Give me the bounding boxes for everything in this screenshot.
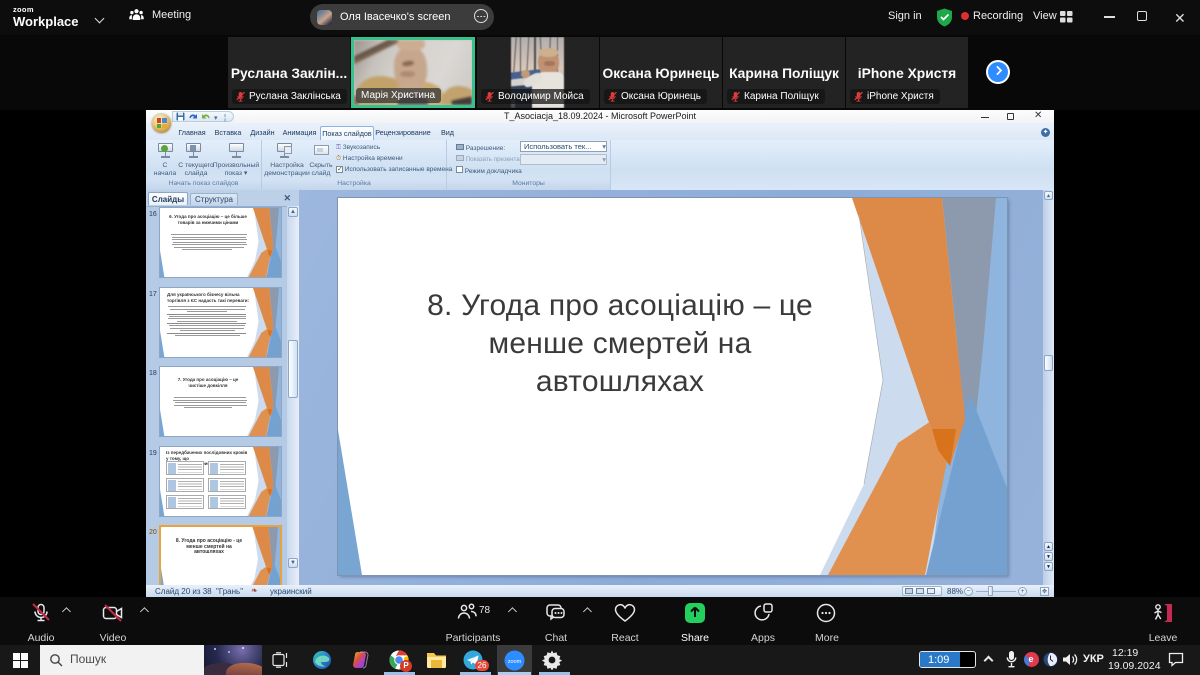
svg-text:zoom: zoom	[508, 659, 522, 665]
svg-text:78: 78	[479, 605, 491, 616]
